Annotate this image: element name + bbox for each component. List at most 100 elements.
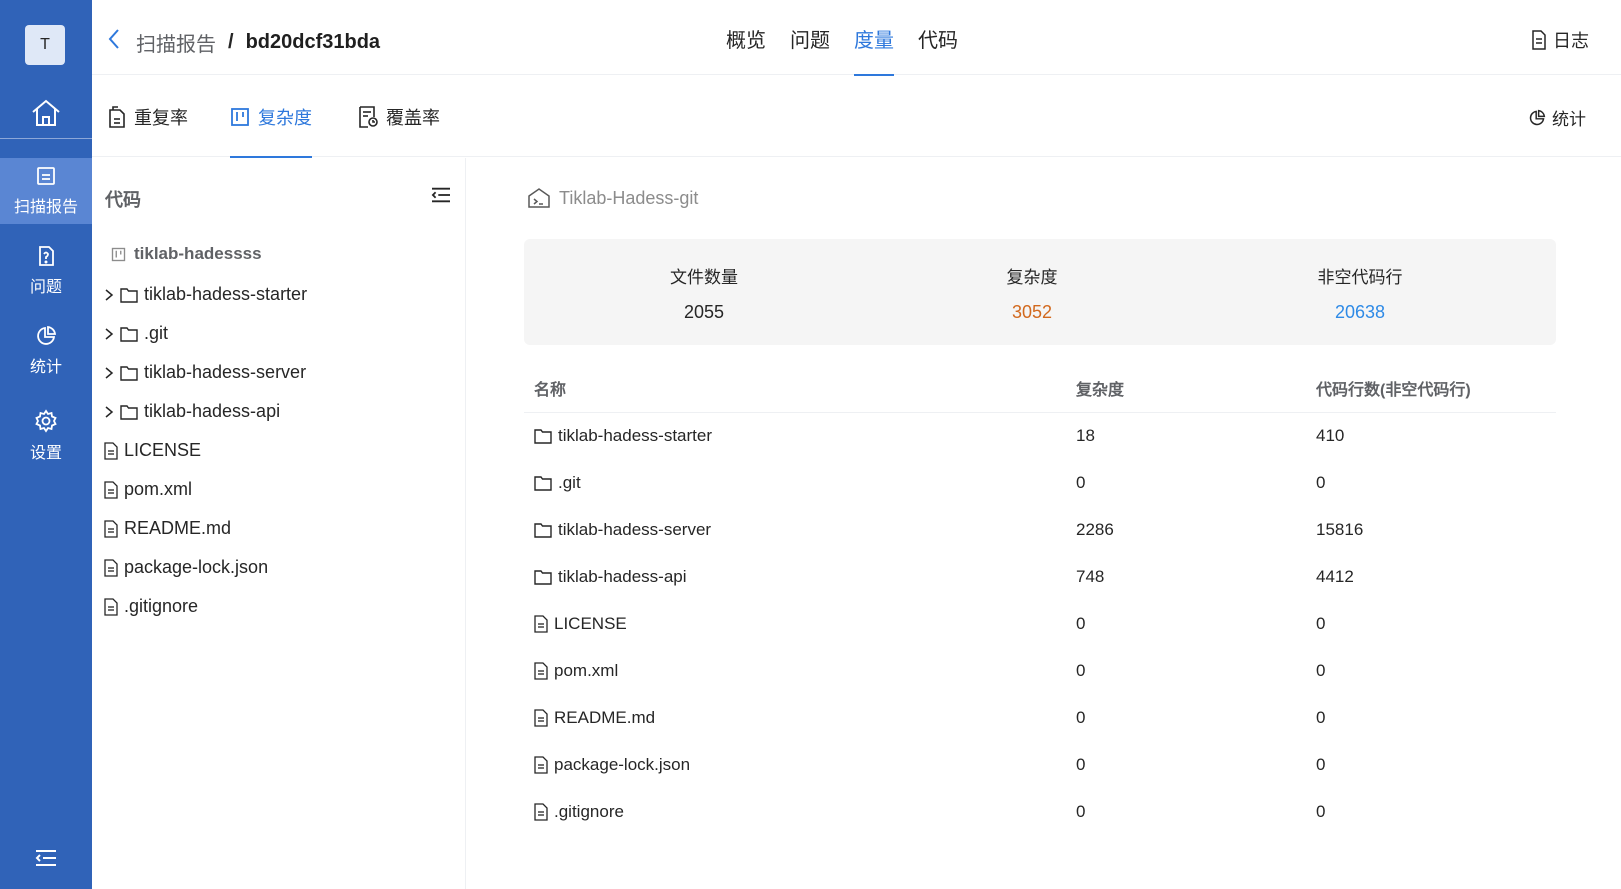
chevron-right-icon[interactable] (104, 288, 114, 302)
summary-value: 3052 (1011, 302, 1053, 322)
tree-item-label: tiklab-hadess-starter (144, 284, 308, 304)
complexity-cell: 2286 (1076, 519, 1114, 539)
name-cell[interactable]: tiklab-hadess-server (524, 506, 1076, 553)
table-row[interactable]: .git 0 0 (524, 459, 1556, 506)
row-name: pom.xml (554, 660, 619, 680)
sidebar-item-settings[interactable]: 设置 (0, 403, 92, 469)
subtab-duplication[interactable]: 重复率 (106, 76, 188, 157)
tree-file[interactable]: package-lock.json (104, 557, 268, 578)
chevron-right-icon[interactable] (104, 327, 114, 341)
chevron-right-icon[interactable] (104, 366, 114, 380)
project-name: Tiklab-Hadess-git (559, 187, 699, 208)
tree-collapse-button[interactable] (430, 186, 452, 204)
column-header-name: 名称 (524, 365, 1076, 413)
tree-item-label: package-lock.json (124, 557, 269, 577)
log-label: 日志 (1553, 31, 1589, 51)
row-name: README.md (554, 707, 656, 727)
summary-card: 文件数量 2055 复杂度 3052 非空代码行 20638 (524, 239, 1556, 345)
folder-icon (534, 522, 552, 538)
tree-root-label: tiklab-hadessss (134, 244, 262, 263)
table-row[interactable]: pom.xml 0 0 (524, 647, 1556, 694)
summary-value: 2055 (683, 302, 725, 322)
tab-overview[interactable]: 概览 (726, 0, 766, 75)
tab-metrics[interactable]: 度量 (854, 0, 894, 76)
file-icon (104, 597, 118, 616)
sidebar-item-label: 扫描报告 (13, 199, 78, 216)
folder-icon (534, 475, 552, 491)
chevron-right-icon[interactable] (104, 405, 114, 419)
sidebar-collapse-button[interactable] (34, 848, 58, 868)
row-name: tiklab-hadess-starter (558, 425, 713, 445)
tree-file[interactable]: README.md (104, 518, 231, 539)
tree-folder[interactable]: tiklab-hadess-api (104, 401, 280, 422)
subtab-coverage[interactable]: 覆盖率 (358, 76, 440, 157)
breadcrumb: 扫描报告 / bd20dcf31bda (136, 28, 380, 57)
sidebar-item-scan-report[interactable]: 扫描报告 (0, 158, 92, 224)
home-button[interactable] (0, 88, 92, 138)
file-icon (534, 614, 548, 633)
table-row[interactable]: README.md 0 0 (524, 694, 1556, 741)
tree-item-label: README.md (124, 518, 232, 538)
table-row[interactable]: tiklab-hadess-starter 18 410 (524, 412, 1556, 459)
table-row[interactable]: tiklab-hadess-api 748 4412 (524, 553, 1556, 600)
sidebar-item-statistics[interactable]: 统计 (0, 318, 92, 384)
tree-item-label: .gitignore (124, 596, 199, 616)
column-header-complexity: 复杂度 (1076, 365, 1316, 413)
file-icon (534, 708, 548, 727)
lines-cell: 0 (1316, 613, 1326, 633)
subtab-label: 重复率 (134, 107, 188, 128)
sidebar-divider (0, 138, 92, 139)
table-row[interactable]: package-lock.json 0 0 (524, 741, 1556, 788)
breadcrumb-parent[interactable]: 扫描报告 (136, 28, 216, 57)
tree-file[interactable]: pom.xml (104, 479, 192, 500)
name-cell[interactable]: README.md (524, 694, 1076, 741)
sidebar-item-label: 设置 (29, 445, 62, 462)
name-cell[interactable]: tiklab-hadess-starter (524, 412, 1076, 459)
subtab-complexity[interactable]: 复杂度 (230, 76, 312, 158)
gear-icon (35, 409, 57, 433)
complexity-cell: 0 (1076, 472, 1086, 492)
row-name: LICENSE (554, 613, 627, 633)
chevron-left-icon (108, 29, 119, 49)
pie-chart-icon (1529, 109, 1546, 125)
log-button[interactable]: 日志 (1531, 27, 1589, 53)
lines-cell: 0 (1316, 754, 1326, 774)
avatar[interactable]: T (25, 25, 65, 65)
tab-code[interactable]: 代码 (918, 0, 958, 75)
tree-item-label: tiklab-hadess-server (144, 362, 307, 382)
tree-folder[interactable]: tiklab-hadess-starter (104, 284, 307, 305)
summary-label: 非空代码行 (1317, 268, 1403, 287)
tree-folder[interactable]: .git (104, 323, 168, 344)
tab-issues[interactable]: 问题 (790, 0, 830, 75)
name-cell[interactable]: .gitignore (524, 788, 1076, 835)
tree-item-label: LICENSE (124, 440, 202, 460)
summary-lines: 非空代码行 20638 (1196, 239, 1524, 345)
name-cell[interactable]: .git (524, 459, 1076, 506)
menu-collapse-icon (35, 850, 56, 866)
name-cell[interactable]: pom.xml (524, 647, 1076, 694)
tree-folder[interactable]: tiklab-hadess-server (104, 362, 306, 383)
name-cell[interactable]: tiklab-hadess-api (524, 553, 1076, 600)
complexity-cell: 0 (1076, 801, 1086, 821)
name-cell[interactable]: package-lock.json (524, 741, 1076, 788)
back-button[interactable] (106, 28, 122, 50)
name-cell[interactable]: LICENSE (524, 600, 1076, 647)
top-tabs: 概览 问题 度量 代码 (726, 0, 958, 76)
table-body: tiklab-hadess-starter 18 410 .git 0 0 tiklab-h… (524, 412, 1556, 835)
tree-root[interactable]: tiklab-hadessss (111, 244, 262, 264)
tree-file[interactable]: LICENSE (104, 440, 201, 461)
home-icon (32, 99, 60, 126)
row-name: .gitignore (554, 801, 624, 821)
table-row[interactable]: LICENSE 0 0 (524, 600, 1556, 647)
pie-chart-icon (37, 325, 57, 345)
table-header-row: 名称 复杂度 代码行数(非空代码行) (524, 365, 1556, 413)
sidebar-item-issues[interactable]: 问题 (0, 238, 92, 304)
tree-file[interactable]: .gitignore (104, 596, 198, 617)
subtab-label: 复杂度 (258, 107, 312, 128)
lines-cell: 0 (1316, 707, 1326, 727)
table-row[interactable]: tiklab-hadess-server 2286 15816 (524, 506, 1556, 553)
table-row[interactable]: .gitignore 0 0 (524, 788, 1556, 835)
board-icon (231, 107, 249, 126)
statistics-button[interactable]: 统计 (1528, 105, 1586, 130)
row-name: package-lock.json (554, 754, 691, 774)
